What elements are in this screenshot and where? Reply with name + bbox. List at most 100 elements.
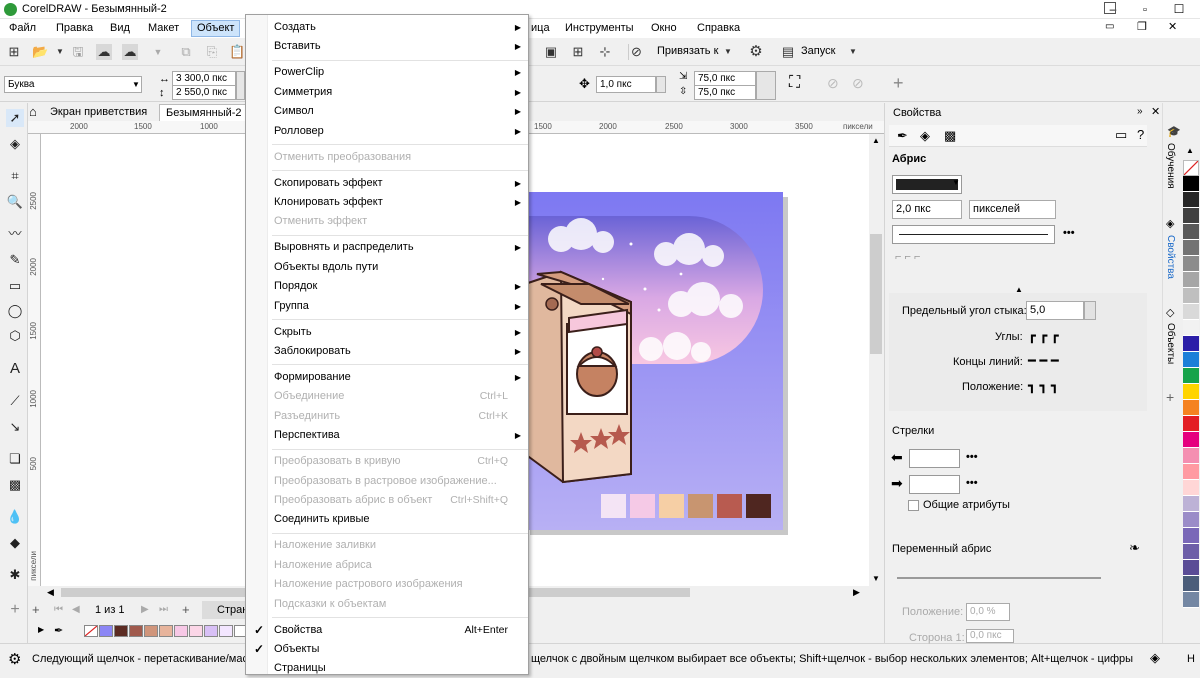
vertical-scroll-thumb[interactable] bbox=[870, 234, 882, 354]
next-page-icon[interactable]: ▶ bbox=[141, 604, 149, 615]
nudge-spinner[interactable] bbox=[656, 76, 666, 93]
menu-item[interactable]: Преобразовать в растровое изображение... bbox=[246, 472, 528, 491]
nudge-distance-field[interactable]: 1,0 пкс bbox=[596, 76, 656, 93]
more-options-icon[interactable]: ••• bbox=[1063, 227, 1075, 239]
color-swatch[interactable] bbox=[1183, 208, 1199, 224]
page-frame-icon[interactable]: ⛶ bbox=[789, 74, 800, 92]
maximize-icon[interactable]: ☐ bbox=[1164, 0, 1194, 19]
palette-swatch[interactable] bbox=[159, 625, 173, 637]
smart-fill-icon[interactable]: ✱ bbox=[6, 566, 24, 584]
color-swatch[interactable] bbox=[1183, 496, 1199, 512]
menu-item[interactable]: Создать ▶ bbox=[246, 18, 528, 37]
props-tab-icon[interactable]: ◈ bbox=[1166, 217, 1174, 230]
restore-icon[interactable] bbox=[1104, 2, 1116, 14]
color-swatch[interactable] bbox=[1183, 320, 1199, 336]
add-page-before-icon[interactable]: + bbox=[32, 602, 40, 617]
color-swatch[interactable] bbox=[1183, 480, 1199, 496]
color-swatch[interactable] bbox=[1183, 384, 1199, 400]
freehand-tool-icon[interactable]: 〰 bbox=[6, 225, 24, 243]
scroll-up-icon[interactable]: ▲ bbox=[872, 136, 880, 145]
duplicate-spinner[interactable] bbox=[756, 71, 776, 100]
palette-scroll-up-icon[interactable]: ▲ bbox=[1186, 146, 1194, 155]
transparency-tab-icon[interactable]: ▩ bbox=[944, 128, 956, 144]
duplicate-y-field[interactable]: 75,0 пкс bbox=[694, 85, 756, 100]
frame-tab-icon[interactable]: ▭ bbox=[1115, 127, 1127, 143]
docker-collapse-icon[interactable]: » bbox=[1137, 106, 1143, 117]
menu-item[interactable]: Клонировать эффект ▶ bbox=[246, 193, 528, 212]
guides-icon[interactable]: ⊹ bbox=[597, 44, 613, 60]
line-style-select[interactable] bbox=[892, 225, 1055, 244]
new-document-icon[interactable]: ⊞ bbox=[6, 44, 22, 60]
last-page-icon[interactable]: ⏭ bbox=[159, 604, 168, 615]
menu-item[interactable]: Отменить эффект bbox=[246, 212, 528, 231]
line-caps-icon[interactable]: ━ ━ ━ bbox=[1028, 353, 1059, 369]
menu-item[interactable]: Вставить ▶ bbox=[246, 37, 528, 56]
image-icon[interactable]: ⊘ bbox=[827, 75, 839, 92]
menu-item[interactable]: Скрыть ▶ bbox=[246, 323, 528, 342]
rectangle-tool-icon[interactable]: ▭ bbox=[6, 277, 24, 295]
color-swatch[interactable] bbox=[1183, 416, 1199, 432]
open-folder-icon[interactable]: 📂 bbox=[32, 44, 48, 60]
docker-close-icon[interactable]: ✕ bbox=[1151, 105, 1160, 118]
first-page-icon[interactable]: ⏮ bbox=[54, 604, 63, 615]
menu-window[interactable]: Окно bbox=[651, 22, 677, 34]
palette-expand-icon[interactable]: ▶ bbox=[38, 625, 44, 634]
color-swatch[interactable] bbox=[1183, 512, 1199, 528]
upload-dropdown-icon[interactable]: ▼ bbox=[150, 44, 166, 60]
outline-units-select[interactable]: пикселей bbox=[969, 200, 1056, 219]
join-style-icons[interactable]: ⌐ ⌐ ⌐ bbox=[895, 251, 920, 263]
status-gear-icon[interactable]: ⚙ bbox=[8, 650, 21, 668]
learn-tab-icon[interactable]: 🎓 bbox=[1167, 125, 1181, 138]
color-swatch[interactable] bbox=[1183, 528, 1199, 544]
color-swatch[interactable] bbox=[1183, 272, 1199, 288]
resize-icon[interactable]: ▫ bbox=[1130, 1, 1160, 20]
parallel-dimension-icon[interactable]: ⟋ bbox=[6, 392, 24, 410]
preset-select[interactable]: Буква bbox=[4, 76, 142, 93]
scroll-right-icon[interactable]: ▶ bbox=[853, 587, 860, 598]
crop-tool-icon[interactable]: ⌗ bbox=[6, 167, 24, 185]
eyedropper-icon[interactable]: 💧 bbox=[6, 508, 24, 526]
menu-edit[interactable]: Правка bbox=[56, 22, 93, 34]
palette-swatch[interactable] bbox=[114, 625, 128, 637]
menu-view[interactable]: Вид bbox=[110, 22, 130, 34]
menu-item[interactable]: Формирование ▶ bbox=[246, 368, 528, 387]
color-swatch[interactable] bbox=[1183, 576, 1199, 592]
outline-tab-icon[interactable]: ✒ bbox=[897, 128, 908, 144]
pick-tool-icon[interactable]: ➚ bbox=[6, 109, 24, 127]
eyedropper-small-icon[interactable]: ✒ bbox=[54, 624, 63, 637]
common-attributes-checkbox[interactable] bbox=[908, 500, 919, 511]
palette-swatch[interactable] bbox=[144, 625, 158, 637]
menu-item[interactable]: Порядок ▶ bbox=[246, 277, 528, 296]
ellipse-tool-icon[interactable]: ◯ bbox=[6, 302, 24, 320]
connector-tool-icon[interactable]: ↘ bbox=[6, 418, 24, 436]
menu-item[interactable]: Подсказки к объектам bbox=[246, 595, 528, 614]
snap-to-label[interactable]: Привязать к bbox=[657, 45, 718, 57]
fill-tab-icon[interactable]: ◈ bbox=[920, 128, 930, 144]
color-swatch[interactable] bbox=[1183, 368, 1199, 384]
transparency-icon[interactable]: ▩ bbox=[6, 476, 24, 494]
menu-item[interactable]: Наложение растрового изображения bbox=[246, 575, 528, 594]
size-spinner[interactable] bbox=[236, 71, 245, 100]
gear-icon[interactable]: ⚙ bbox=[748, 44, 764, 60]
duplicate-x-field[interactable]: 75,0 пкс bbox=[694, 71, 756, 86]
launch-icon[interactable]: ▤ bbox=[780, 44, 796, 60]
menu-item[interactable]: Объединение Ctrl+L bbox=[246, 387, 528, 406]
palette-swatch[interactable] bbox=[129, 625, 143, 637]
miter-spinner[interactable] bbox=[1084, 301, 1096, 320]
color-swatch[interactable] bbox=[1183, 448, 1199, 464]
menu-object[interactable]: Объект bbox=[191, 20, 241, 37]
open-dropdown-icon[interactable]: ▼ bbox=[52, 44, 68, 60]
color-swatch[interactable] bbox=[1183, 560, 1199, 576]
zoom-tool-icon[interactable]: 🔍 bbox=[6, 193, 24, 211]
menu-item[interactable]: Разъединить Ctrl+K bbox=[246, 407, 528, 426]
menu-item[interactable]: Наложение абриса bbox=[246, 556, 528, 575]
menu-item[interactable]: Скопировать эффект ▶ bbox=[246, 174, 528, 193]
menu-item[interactable]: Заблокировать ▶ bbox=[246, 342, 528, 361]
color-swatch[interactable] bbox=[1183, 304, 1199, 320]
menu-item[interactable]: Перспектива ▶ bbox=[246, 426, 528, 445]
color-swatch[interactable] bbox=[1183, 464, 1199, 480]
drop-shadow-icon[interactable]: ❏ bbox=[6, 450, 24, 468]
cloud-download-icon[interactable]: ☁ bbox=[96, 44, 112, 60]
menu-item[interactable]: ✓ Свойства Alt+Enter bbox=[246, 621, 528, 640]
menu-item[interactable]: Симметрия ▶ bbox=[246, 83, 528, 102]
